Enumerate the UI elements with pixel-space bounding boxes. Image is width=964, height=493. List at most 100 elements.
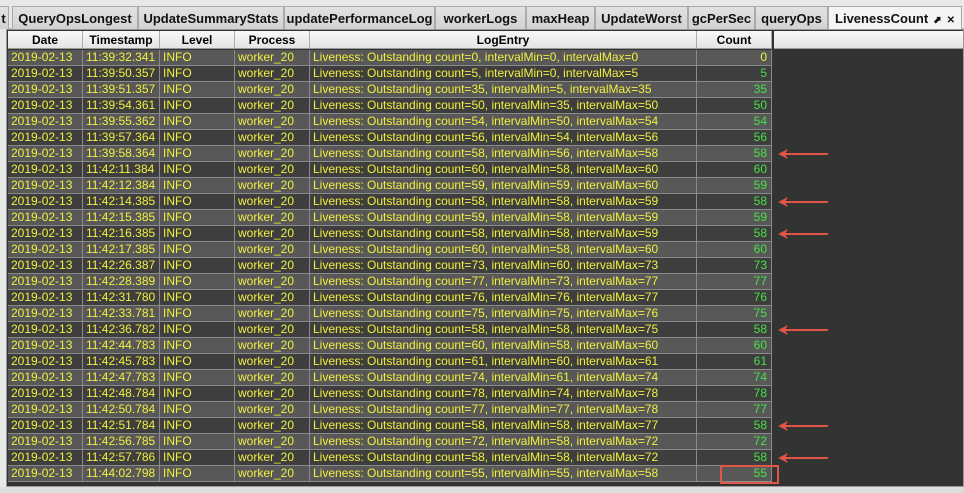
tab-livenesscount[interactable]: LivenessCount ⬈ ✕ — [828, 6, 962, 30]
cell-logentry: Liveness: Outstanding count=58, interval… — [310, 226, 697, 242]
table-row[interactable]: 2019-02-13 11:39:54.361 INFO worker_20 Liven… — [8, 98, 772, 114]
cell-timestamp: 11:42:15.385 — [83, 210, 160, 226]
tab-updateperformancelog[interactable]: updatePerformanceLog — [284, 6, 435, 29]
cell-process: worker_20 — [235, 322, 310, 338]
cell-process: worker_20 — [235, 258, 310, 274]
cell-count: 76 — [697, 290, 772, 306]
cell-level: INFO — [160, 450, 235, 466]
table-row[interactable]: 2019-02-13 11:42:28.389 INFO worker_20 Liven… — [8, 274, 772, 290]
table-row[interactable]: 2019-02-13 11:39:32.341 INFO worker_20 Liven… — [8, 50, 772, 66]
cell-date: 2019-02-13 — [8, 258, 83, 274]
cell-count: 58 — [697, 418, 772, 434]
column-header-count[interactable]: Count — [697, 31, 772, 49]
cell-logentry: Liveness: Outstanding count=60, interval… — [310, 162, 697, 178]
table-row[interactable]: 2019-02-13 11:42:36.782 INFO worker_20 Liven… — [8, 322, 772, 338]
cell-timestamp: 11:42:28.389 — [83, 274, 160, 290]
table-row[interactable]: 2019-02-13 11:42:31.780 INFO worker_20 Liven… — [8, 290, 772, 306]
close-icon[interactable]: ✕ — [947, 15, 955, 26]
cell-logentry: Liveness: Outstanding count=58, interval… — [310, 418, 697, 434]
table-row[interactable]: 2019-02-13 11:42:15.385 INFO worker_20 Liven… — [8, 210, 772, 226]
cell-count: 58 — [697, 194, 772, 210]
table-row[interactable]: 2019-02-13 11:42:33.781 INFO worker_20 Liven… — [8, 306, 772, 322]
cell-logentry: Liveness: Outstanding count=35, interval… — [310, 82, 697, 98]
cell-count: 58 — [697, 450, 772, 466]
cell-logentry: Liveness: Outstanding count=55, interval… — [310, 466, 697, 482]
cell-process: worker_20 — [235, 290, 310, 306]
table-row[interactable]: 2019-02-13 11:39:55.362 INFO worker_20 Liven… — [8, 114, 772, 130]
cell-timestamp: 11:42:31.780 — [83, 290, 160, 306]
table-row[interactable]: 2019-02-13 11:39:51.357 INFO worker_20 Liven… — [8, 82, 772, 98]
table-row[interactable]: 2019-02-13 11:42:45.783 INFO worker_20 Liven… — [8, 354, 772, 370]
table-row[interactable]: 2019-02-13 11:42:12.384 INFO worker_20 Liven… — [8, 178, 772, 194]
cell-timestamp: 11:42:36.782 — [83, 322, 160, 338]
cell-level: INFO — [160, 194, 235, 210]
tab-updateworst[interactable]: UpdateWorst — [595, 6, 688, 29]
cell-date: 2019-02-13 — [8, 178, 83, 194]
cell-count: 72 — [697, 434, 772, 450]
cell-logentry: Liveness: Outstanding count=59, interval… — [310, 178, 697, 194]
cell-process: worker_20 — [235, 274, 310, 290]
cell-level: INFO — [160, 226, 235, 242]
cell-count: 56 — [697, 130, 772, 146]
cell-count: 77 — [697, 402, 772, 418]
cell-logentry: Liveness: Outstanding count=72, interval… — [310, 434, 697, 450]
tab-label: maxHeap — [531, 11, 590, 26]
cell-date: 2019-02-13 — [8, 434, 83, 450]
table-row[interactable]: 2019-02-13 11:42:26.387 INFO worker_20 Liven… — [8, 258, 772, 274]
table-row[interactable]: 2019-02-13 11:42:47.783 INFO worker_20 Liven… — [8, 370, 772, 386]
table-row[interactable]: 2019-02-13 11:42:57.786 INFO worker_20 Liven… — [8, 450, 772, 466]
cell-process: worker_20 — [235, 82, 310, 98]
table-row[interactable]: 2019-02-13 11:39:50.357 INFO worker_20 Liven… — [8, 66, 772, 82]
column-header-level[interactable]: Level — [160, 31, 235, 49]
table-row[interactable]: 2019-02-13 11:42:51.784 INFO worker_20 Liven… — [8, 418, 772, 434]
table-row[interactable]: 2019-02-13 11:42:14.385 INFO worker_20 Liven… — [8, 194, 772, 210]
column-header-logentry[interactable]: LogEntry — [310, 31, 697, 49]
column-header-date[interactable]: Date — [8, 31, 83, 49]
table-row[interactable]: 2019-02-13 11:42:48.784 INFO worker_20 Liven… — [8, 386, 772, 402]
cell-date: 2019-02-13 — [8, 66, 83, 82]
cell-logentry: Liveness: Outstanding count=5, intervalM… — [310, 66, 697, 82]
cell-logentry: Liveness: Outstanding count=73, interval… — [310, 258, 697, 274]
table-row[interactable]: 2019-02-13 11:42:56.785 INFO worker_20 Liven… — [8, 434, 772, 450]
cell-count: 78 — [697, 386, 772, 402]
column-header-process[interactable]: Process — [235, 31, 310, 49]
table-row[interactable]: 2019-02-13 11:44:02.798 INFO worker_20 Liven… — [8, 466, 772, 482]
table-row[interactable]: 2019-02-13 11:39:58.364 INFO worker_20 Liven… — [8, 146, 772, 162]
tab-queryops[interactable]: queryOps — [755, 6, 828, 29]
cell-process: worker_20 — [235, 386, 310, 402]
tab-t[interactable]: t — [0, 6, 9, 29]
cell-process: worker_20 — [235, 418, 310, 434]
cell-logentry: Liveness: Outstanding count=0, intervalM… — [310, 50, 697, 66]
table-row[interactable]: 2019-02-13 11:42:17.385 INFO worker_20 Liven… — [8, 242, 772, 258]
tab-workerlogs[interactable]: workerLogs — [435, 6, 526, 29]
tab-maxheap[interactable]: maxHeap — [526, 6, 595, 29]
annotation-arrow-icon — [778, 325, 828, 335]
cell-count: 0 — [697, 50, 772, 66]
table-row[interactable]: 2019-02-13 11:42:16.385 INFO worker_20 Liven… — [8, 226, 772, 242]
highlight-box — [720, 465, 779, 484]
annotation-arrow-icon — [778, 197, 828, 207]
cell-logentry: Liveness: Outstanding count=77, interval… — [310, 402, 697, 418]
tab-gcpersec[interactable]: gcPerSec — [688, 6, 755, 29]
undock-icon[interactable]: ⬈ — [933, 15, 941, 26]
annotation-arrow-icon — [778, 453, 828, 463]
cell-timestamp: 11:42:50.784 — [83, 402, 160, 418]
cell-level: INFO — [160, 66, 235, 82]
tab-queryopslongest[interactable]: QueryOpsLongest — [12, 6, 138, 29]
cell-count: 50 — [697, 98, 772, 114]
cell-logentry: Liveness: Outstanding count=60, interval… — [310, 242, 697, 258]
table-row[interactable]: 2019-02-13 11:42:44.783 INFO worker_20 Liven… — [8, 338, 772, 354]
cell-count: 74 — [697, 370, 772, 386]
table-row[interactable]: 2019-02-13 11:42:50.784 INFO worker_20 Liven… — [8, 402, 772, 418]
tab-label: queryOps — [761, 11, 822, 26]
cell-date: 2019-02-13 — [8, 114, 83, 130]
cell-timestamp: 11:42:44.783 — [83, 338, 160, 354]
tab-updatesummarystats[interactable]: UpdateSummaryStats — [138, 6, 284, 29]
table-row[interactable]: 2019-02-13 11:42:11.384 INFO worker_20 Liven… — [8, 162, 772, 178]
cell-logentry: Liveness: Outstanding count=74, interval… — [310, 370, 697, 386]
table-row[interactable]: 2019-02-13 11:39:57.364 INFO worker_20 Liven… — [8, 130, 772, 146]
cell-timestamp: 11:42:47.783 — [83, 370, 160, 386]
cell-date: 2019-02-13 — [8, 418, 83, 434]
cell-date: 2019-02-13 — [8, 242, 83, 258]
column-header-timestamp[interactable]: Timestamp — [83, 31, 160, 49]
